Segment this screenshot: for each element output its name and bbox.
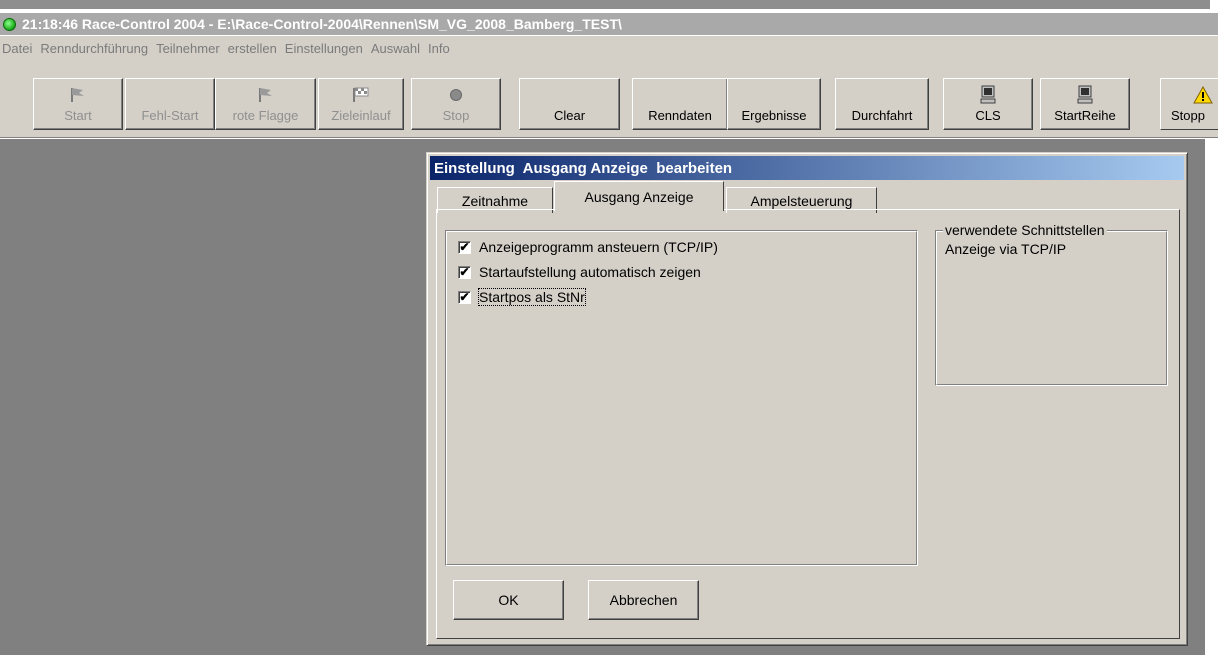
rote-flagge-label: rote Flagge [232, 108, 299, 123]
option-anzeigeprogramm[interactable]: ✔ Anzeigeprogramm ansteuern (TCP/IP) [458, 239, 718, 255]
top-border [0, 0, 1210, 9]
checkbox-startaufstellung[interactable]: ✔ [458, 265, 471, 279]
cancel-button[interactable]: Abbrechen [588, 580, 699, 620]
settings-dialog: Einstellung Ausgang Anzeige bearbeiten Z… [426, 152, 1188, 646]
rote-flagge-button[interactable]: rote Flagge [215, 78, 316, 130]
window-titlebar[interactable]: 21:18:46 Race-Control 2004 - E:\Race-Con… [0, 13, 1218, 35]
warning-icon [1192, 85, 1214, 105]
fehlstart-label: Fehl-Start [141, 108, 199, 123]
flag-icon [67, 85, 89, 105]
clear-button[interactable]: Clear [519, 78, 620, 130]
menu-erstellen[interactable]: erstellen [224, 41, 281, 56]
option-startpos-stnr-label: Startpos als StNr [478, 288, 586, 306]
menu-teilnehmer[interactable]: Teilnehmer [152, 41, 224, 56]
menu-renndurchfuehrung[interactable]: Renndurchführung [36, 41, 152, 56]
tab-ausgang-anzeige[interactable]: Ausgang Anzeige [554, 181, 724, 211]
stop-button[interactable]: Stop [411, 78, 501, 130]
checkered-flag-icon [350, 85, 372, 105]
window-title: 21:18:46 Race-Control 2004 - E:\Race-Con… [22, 16, 622, 32]
computer-icon [1074, 85, 1096, 105]
option-startaufstellung[interactable]: ✔ Startaufstellung automatisch zeigen [458, 264, 701, 280]
stop-label: Stop [442, 108, 470, 123]
dialog-title[interactable]: Einstellung Ausgang Anzeige bearbeiten [430, 156, 1184, 180]
start-label: Start [64, 108, 92, 123]
cls-button[interactable]: CLS [943, 78, 1033, 130]
menu-info[interactable]: Info [424, 41, 454, 56]
menu-auswahl[interactable]: Auswahl [367, 41, 424, 56]
menu-einstellungen[interactable]: Einstellungen [281, 41, 367, 56]
renndaten-button[interactable]: Renndaten [632, 78, 728, 130]
checkbox-anzeigeprogramm[interactable]: ✔ [458, 240, 471, 254]
computer-icon [977, 85, 999, 105]
startreihe-label: StartReihe [1054, 108, 1116, 123]
durchfahrt-label: Durchfahrt [851, 108, 913, 123]
clear-label: Clear [553, 108, 586, 123]
ergebnisse-label: Ergebnisse [741, 108, 807, 123]
menu-bar: Datei Renndurchführung Teilnehmer erstel… [0, 36, 1218, 60]
option-startaufstellung-label: Startaufstellung automatisch zeigen [479, 264, 701, 280]
workspace-edge [1205, 139, 1218, 655]
startreihe-button[interactable]: StartReihe [1040, 78, 1130, 130]
zieleinlauf-label: Zieleinlauf [331, 108, 391, 123]
cls-label: CLS [975, 108, 1001, 123]
ergebnisse-button[interactable]: Ergebnisse [727, 78, 821, 130]
option-anzeigeprogramm-label: Anzeigeprogramm ansteuern (TCP/IP) [479, 239, 718, 255]
toolbar: Start Fehl-Start rote Flagge Zieleinlauf… [0, 60, 1218, 138]
renndaten-label: Renndaten [648, 108, 712, 123]
option-startpos-stnr[interactable]: ✔ Startpos als StNr [458, 288, 586, 306]
ok-button[interactable]: OK [453, 580, 564, 620]
stop-circle-icon [445, 85, 467, 105]
menu-datei[interactable]: Datei [0, 41, 36, 56]
status-indicator-icon [3, 17, 16, 31]
checkbox-startpos-stnr[interactable]: ✔ [458, 290, 471, 304]
stopp-button[interactable]: Stopp [1160, 78, 1218, 130]
fehlstart-button[interactable]: Fehl-Start [125, 78, 215, 130]
interfaces-value: Anzeige via TCP/IP [945, 241, 1067, 257]
zieleinlauf-button[interactable]: Zieleinlauf [318, 78, 404, 130]
flag-icon [255, 85, 277, 105]
stopp-label: Stopp [1171, 108, 1205, 123]
durchfahrt-button[interactable]: Durchfahrt [835, 78, 929, 130]
options-group [445, 230, 918, 566]
start-button[interactable]: Start [33, 78, 123, 130]
interfaces-legend: verwendete Schnittstellen [943, 222, 1107, 238]
